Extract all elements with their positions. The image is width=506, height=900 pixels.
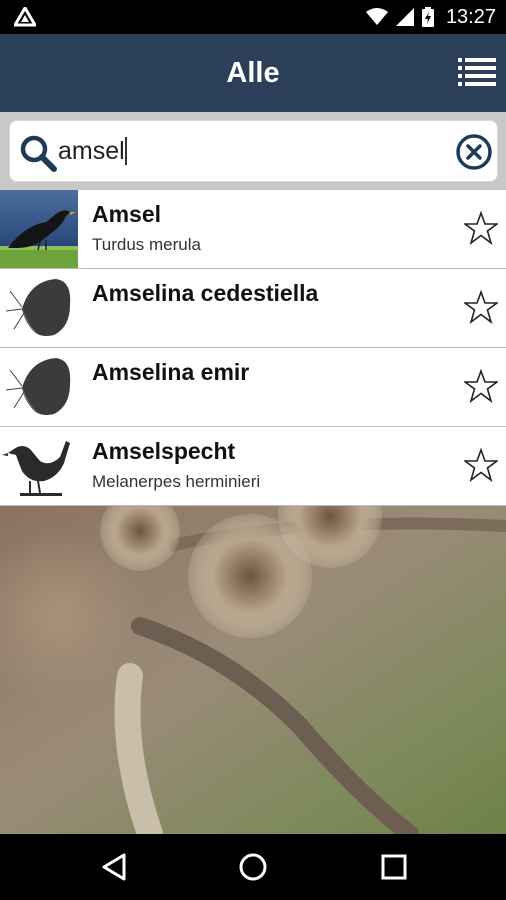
- favorite-star-icon[interactable]: [464, 369, 498, 403]
- navigation-bar: [0, 834, 506, 900]
- home-circle-icon[interactable]: [235, 849, 271, 885]
- signal-icon: [395, 8, 414, 26]
- search-input[interactable]: [58, 129, 448, 173]
- favorite-star-icon[interactable]: [464, 290, 498, 324]
- drive-notification-icon: [14, 7, 36, 27]
- page-title: Alle: [226, 57, 280, 89]
- search-box[interactable]: [9, 120, 498, 182]
- clear-search-icon[interactable]: [455, 133, 493, 171]
- list-item[interactable]: Amselina emir: [0, 348, 506, 427]
- species-name: Amselspecht: [92, 438, 236, 464]
- blackbird-photo-thumbnail: [0, 190, 78, 268]
- app-bar: Alle: [0, 34, 506, 112]
- wifi-icon: [365, 8, 388, 25]
- search-bar: [0, 112, 506, 190]
- text-caret: [125, 137, 127, 165]
- battery-charging-icon: [421, 7, 434, 27]
- species-scientific-name: Melanerpes herminieri: [92, 472, 261, 491]
- species-scientific-name: Turdus merula: [92, 235, 201, 254]
- search-icon: [20, 135, 57, 172]
- list-menu-icon[interactable]: [456, 52, 498, 94]
- back-triangle-icon[interactable]: [96, 849, 132, 885]
- list-item[interactable]: Amselspecht Melanerpes herminieri: [0, 427, 506, 506]
- moth-silhouette-icon: [0, 348, 78, 426]
- status-bar: 13:27: [0, 0, 506, 34]
- background-photo: [0, 506, 506, 834]
- recents-square-icon[interactable]: [376, 849, 412, 885]
- list-item[interactable]: Amselina cedestiella: [0, 269, 506, 348]
- list-item[interactable]: Amsel Turdus merula: [0, 190, 506, 269]
- favorite-star-icon[interactable]: [464, 448, 498, 482]
- results-list: Amsel Turdus merula Amselina cedestiella: [0, 190, 506, 506]
- bird-silhouette-icon: [0, 427, 78, 505]
- species-name: Amselina cedestiella: [92, 280, 319, 306]
- moth-silhouette-icon: [0, 269, 78, 347]
- species-name: Amselina emir: [92, 359, 250, 385]
- species-name: Amsel: [92, 201, 162, 227]
- favorite-star-icon[interactable]: [464, 211, 498, 245]
- status-time: 13:27: [445, 5, 496, 28]
